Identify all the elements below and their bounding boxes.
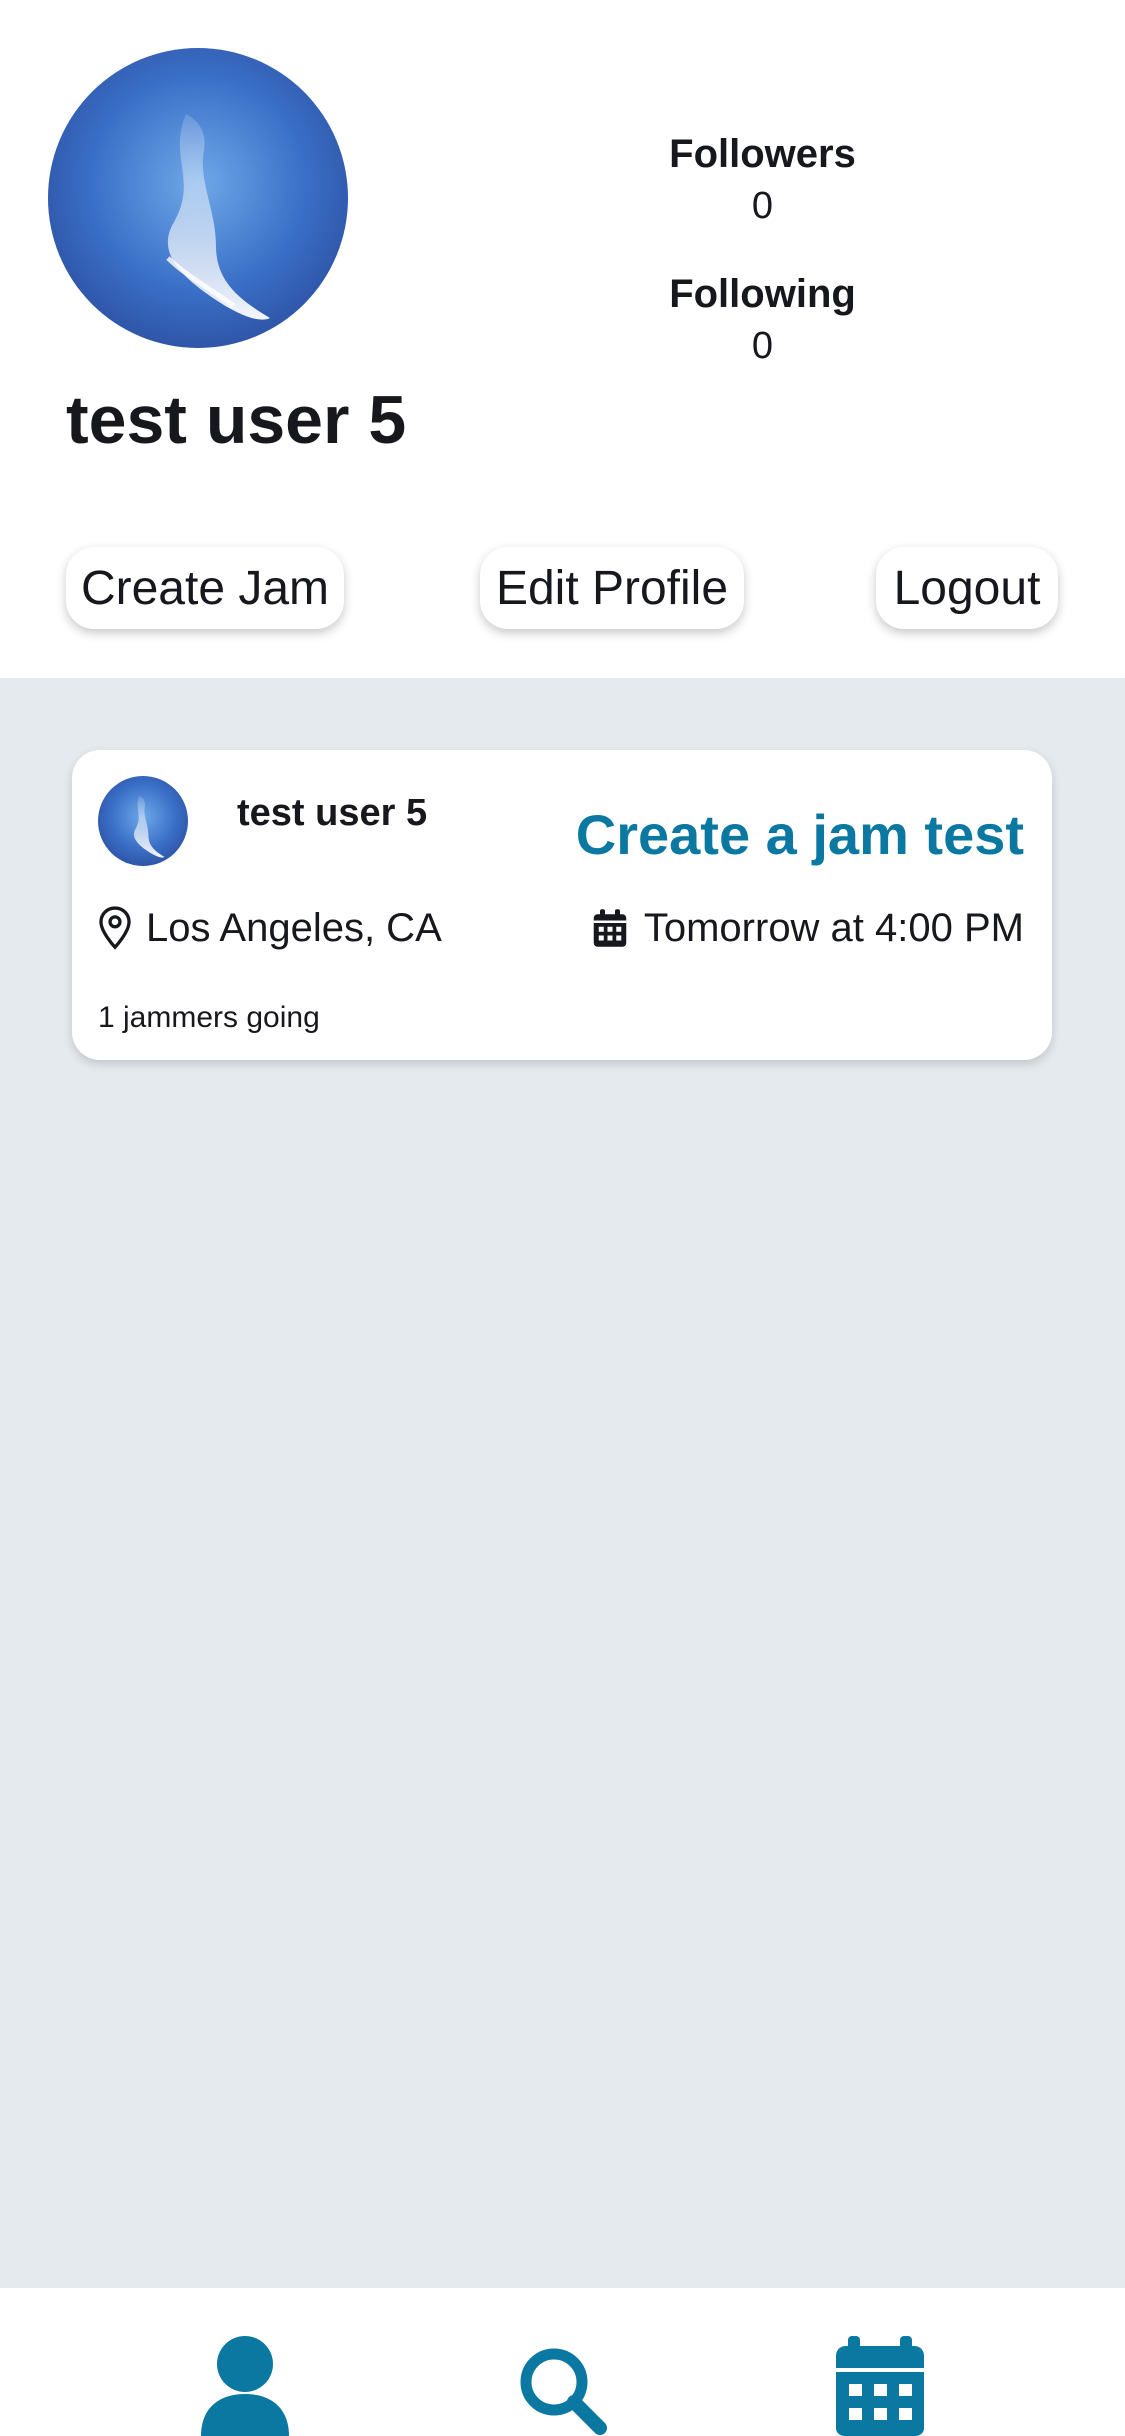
tab-calendar[interactable] bbox=[800, 2288, 960, 2436]
location-pin-icon bbox=[99, 906, 131, 950]
jam-attendee-count: 1 jammers going bbox=[98, 1001, 320, 1034]
calendar-icon bbox=[593, 909, 627, 947]
logout-button[interactable]: Logout bbox=[876, 547, 1058, 629]
avatar-image bbox=[98, 776, 188, 866]
tab-profile[interactable] bbox=[165, 2288, 325, 2436]
profile-name: test user 5 bbox=[66, 382, 407, 458]
followers-label: Followers bbox=[669, 132, 856, 176]
jam-time: Tomorrow at 4:00 PM bbox=[592, 900, 1024, 956]
jam-host-name: test user 5 bbox=[237, 792, 428, 834]
jam-location: Los Angeles, CA bbox=[98, 900, 442, 956]
jam-card[interactable]: test user 5 Create a jam test Los Angele… bbox=[72, 750, 1052, 1060]
calendar-icon bbox=[836, 2336, 924, 2436]
jam-host-avatar[interactable] bbox=[98, 776, 188, 866]
tab-search[interactable] bbox=[482, 2288, 642, 2436]
search-icon bbox=[520, 2348, 607, 2435]
avatar-image bbox=[48, 48, 348, 348]
followers-count: 0 bbox=[751, 185, 774, 227]
jam-feed: test user 5 Create a jam test Los Angele… bbox=[0, 678, 1125, 2288]
following-count: 0 bbox=[751, 325, 774, 367]
profile-avatar[interactable] bbox=[48, 48, 348, 348]
following-stat[interactable]: Following 0 bbox=[620, 268, 905, 372]
bottom-tab-bar bbox=[0, 2288, 1125, 2436]
jam-time-text: Tomorrow at 4:00 PM bbox=[643, 905, 1024, 950]
person-icon bbox=[201, 2336, 289, 2436]
followers-stat[interactable]: Followers 0 bbox=[620, 128, 905, 232]
following-label: Following bbox=[669, 272, 856, 316]
jam-location-text: Los Angeles, CA bbox=[146, 905, 442, 950]
create-jam-button[interactable]: Create Jam bbox=[66, 547, 344, 629]
edit-profile-button[interactable]: Edit Profile bbox=[480, 547, 744, 629]
jam-title[interactable]: Create a jam test bbox=[576, 800, 1024, 870]
profile-header: test user 5 Followers 0 Following 0 Crea… bbox=[0, 0, 1125, 678]
